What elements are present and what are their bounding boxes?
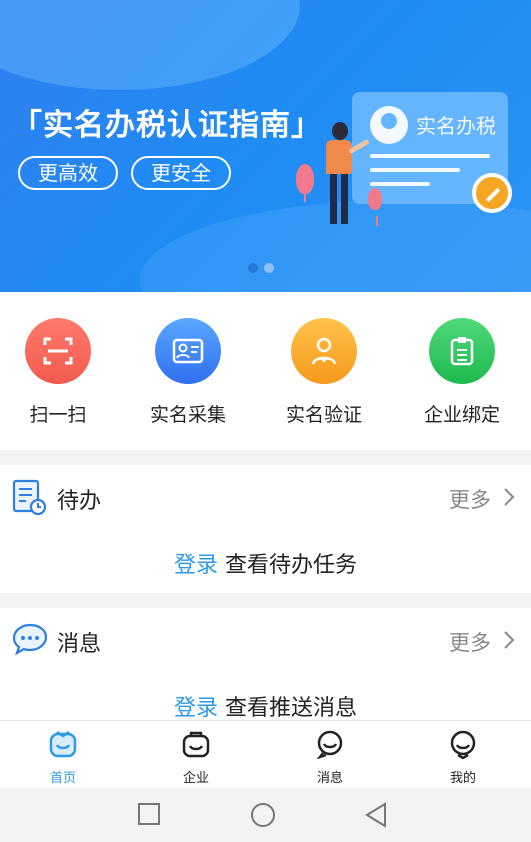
todo-prompt-text: 查看待办任务 — [218, 553, 357, 578]
messages-login-prompt: 登录 查看推送消息 — [0, 690, 531, 722]
back-triangle-icon[interactable] — [364, 802, 388, 832]
todo-title: 待办 — [57, 489, 102, 514]
tab-profile-label: 我的 — [449, 771, 476, 786]
banner-decor-wave — [0, 0, 300, 90]
user-verify-icon — [291, 318, 357, 384]
realname-collect-label: 实名采集 — [149, 404, 226, 426]
tree-illustration — [368, 188, 382, 226]
chevron-right-icon[interactable] — [503, 487, 515, 511]
card-label: 实名办税 — [416, 114, 496, 138]
messages-title: 消息 — [57, 632, 102, 657]
banner-tag-secure: 更安全 — [131, 156, 231, 190]
bottom-tab-bar: 首页 企业 消息 我的 — [0, 720, 531, 788]
home-circle-icon[interactable] — [250, 802, 276, 832]
company-bind-button[interactable]: 企业绑定 — [412, 318, 512, 427]
tab-messages[interactable]: 消息 — [290, 729, 370, 786]
messages-section: 消息 更多 登录 查看推送消息 — [0, 608, 531, 722]
banner-title: 「实名办税认证指南」 — [12, 108, 322, 143]
tab-company-label: 企业 — [182, 771, 209, 786]
todo-header: 待办 更多 — [0, 465, 531, 529]
scan-label: 扫一扫 — [29, 404, 87, 426]
messages-more-link[interactable]: 更多 — [449, 627, 491, 657]
carousel-dot[interactable] — [264, 263, 274, 273]
scan-icon — [25, 318, 91, 384]
chat-bubble-icon — [12, 622, 48, 660]
tree-illustration — [296, 164, 314, 202]
scan-button[interactable]: 扫一扫 — [8, 318, 108, 427]
todo-document-icon — [12, 479, 48, 521]
realname-verify-label: 实名验证 — [285, 404, 362, 426]
home-icon — [49, 730, 77, 758]
todo-more-link[interactable]: 更多 — [449, 484, 491, 514]
messages-header: 消息 更多 — [0, 608, 531, 672]
recent-apps-icon[interactable] — [137, 802, 161, 830]
chevron-right-icon[interactable] — [503, 630, 515, 654]
realname-collect-button[interactable]: 实名采集 — [138, 318, 238, 427]
realname-verify-button[interactable]: 实名验证 — [274, 318, 374, 427]
messages-login-link[interactable]: 登录 — [174, 696, 218, 721]
tab-messages-label: 消息 — [316, 771, 343, 786]
company-bind-label: 企业绑定 — [423, 404, 500, 426]
clipboard-icon — [429, 318, 495, 384]
todo-login-link[interactable]: 登录 — [174, 553, 218, 578]
tab-company[interactable]: 企业 — [156, 729, 236, 786]
person-illustration — [322, 122, 370, 226]
tab-home[interactable]: 首页 — [23, 729, 103, 786]
carousel-dot-active[interactable] — [248, 263, 258, 273]
compass-icon — [472, 173, 512, 213]
quick-actions: 扫一扫 实名采集 实名验证 企业绑定 — [0, 292, 531, 450]
system-navigation-bar — [0, 788, 531, 842]
promo-banner[interactable]: 「实名办税认证指南」 更高效 更安全 实名办税 — [0, 0, 531, 292]
id-card-icon — [155, 318, 221, 384]
banner-tag-efficient: 更高效 — [18, 156, 118, 190]
messages-prompt-text: 查看推送消息 — [218, 696, 357, 721]
card-line — [370, 182, 430, 186]
todo-login-prompt: 登录 查看待办任务 — [0, 547, 531, 579]
carousel-indicator[interactable] — [248, 258, 280, 277]
todo-section: 待办 更多 登录 查看待办任务 — [0, 465, 531, 593]
tab-profile[interactable]: 我的 — [423, 729, 503, 786]
message-icon — [316, 730, 343, 760]
company-icon — [182, 731, 210, 758]
profile-icon — [450, 730, 476, 760]
card-line — [370, 168, 460, 172]
card-line — [370, 154, 490, 158]
tab-home-label: 首页 — [49, 771, 76, 786]
avatar-icon — [370, 106, 408, 144]
